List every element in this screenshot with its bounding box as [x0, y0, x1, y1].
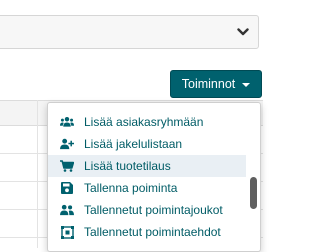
- chevron-down-icon[interactable]: [234, 23, 252, 41]
- menu-item-label: Tallennetut poimintajoukot: [84, 203, 223, 217]
- menu-item-add-to-customer-group[interactable]: Lisää asiakasryhmään: [48, 111, 246, 133]
- actions-dropdown-menu: Lisää asiakasryhmään Lisää jakelulistaan: [47, 102, 261, 252]
- users-icon: [60, 115, 74, 129]
- actions-button-label: Toiminnot: [181, 77, 236, 91]
- menu-item-label: Tallenna poiminta: [84, 181, 178, 195]
- caret-down-icon: [242, 82, 251, 87]
- actions-dropdown-button[interactable]: Toiminnot: [170, 70, 262, 98]
- cart-icon: [60, 159, 74, 173]
- top-collapsible-panel: [0, 15, 259, 49]
- menu-item-add-to-mailing-list[interactable]: Lisää jakelulistaan: [48, 133, 246, 155]
- menu-scrollbar-thumb[interactable]: [250, 177, 257, 209]
- save-icon: [60, 181, 74, 195]
- menu-item-saved-selection-sets[interactable]: Tallennetut poimintajoukot: [48, 199, 246, 221]
- menu-item-save-selection[interactable]: Tallenna poiminta: [48, 177, 246, 199]
- menu-item-label: Lisää asiakasryhmään: [84, 115, 204, 129]
- menu-item-add-product-order[interactable]: Lisää tuotetilaus: [48, 155, 246, 177]
- menu-item-saved-selection-criteria[interactable]: Tallennetut poimintaehdot: [48, 221, 246, 243]
- user-plus-icon: [60, 137, 74, 151]
- menu-scrollbar[interactable]: [249, 107, 258, 249]
- menu-item-label: Lisää tuotetilaus: [84, 159, 171, 173]
- filter-frame-icon: [60, 225, 74, 239]
- menu-item-label: Tallennetut poimintaehdot: [84, 225, 221, 239]
- menu-item-label: Lisää jakelulistaan: [84, 137, 183, 151]
- user-group-icon: [60, 203, 74, 217]
- column-divider: [37, 100, 38, 248]
